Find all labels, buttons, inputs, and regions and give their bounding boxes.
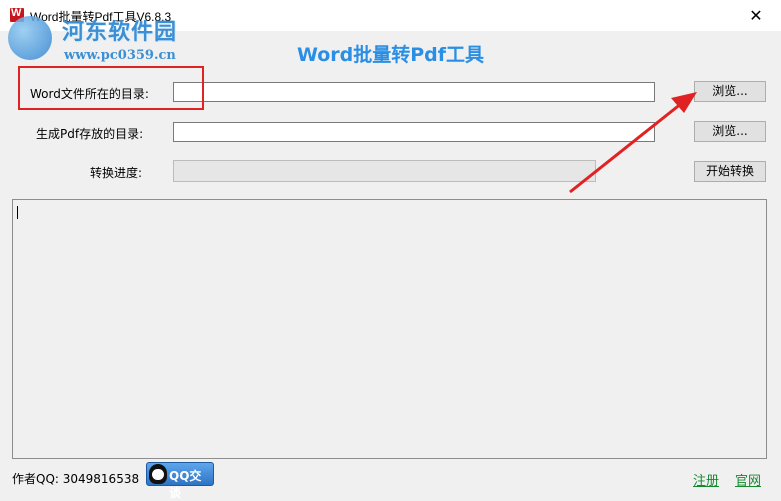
annotation-arrow-icon (569, 92, 697, 194)
qq-penguin-icon (149, 464, 167, 484)
website-link[interactable]: 官网 (735, 470, 761, 489)
qq-chat-button[interactable]: QQ交谈 (146, 462, 214, 500)
qq-chat-label: QQ交谈 (169, 469, 202, 500)
register-link[interactable]: 注册 (693, 470, 719, 489)
author-qq: 作者QQ: 3049816538 (12, 472, 140, 486)
